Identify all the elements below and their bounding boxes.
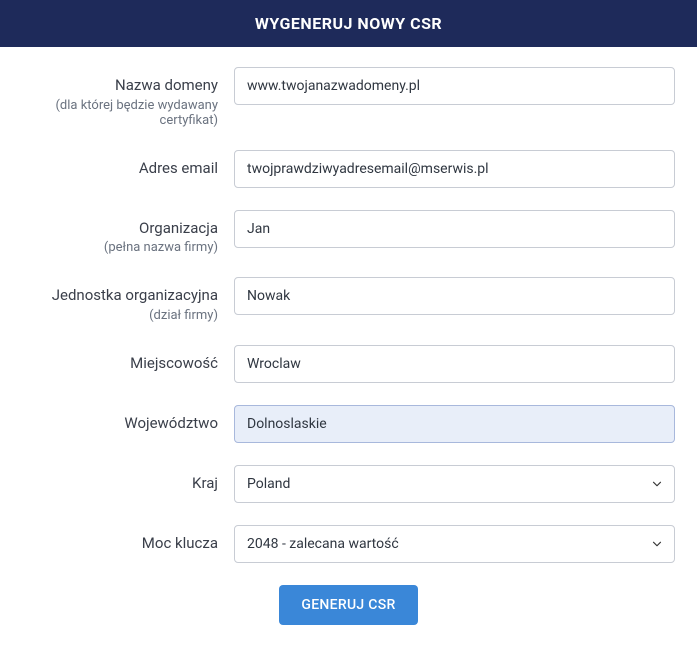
row-country: Kraj Poland: [22, 465, 675, 503]
keysize-select[interactable]: 2048 - zalecana wartość: [234, 525, 675, 563]
input-col: [234, 67, 675, 105]
input-col: [234, 405, 675, 443]
label-col: Miejscowość: [22, 345, 234, 374]
state-label: Województwo: [124, 414, 218, 432]
state-input[interactable]: [234, 405, 675, 443]
email-label: Adres email: [139, 159, 218, 177]
country-select[interactable]: Poland: [234, 465, 675, 503]
row-city: Miejscowość: [22, 345, 675, 383]
label-col: Organizacja (pełna nazwa firmy): [22, 210, 234, 256]
domain-sublabel: (dla której będzie wydawany certyfikat): [22, 98, 218, 128]
row-domain: Nazwa domeny (dla której będzie wydawany…: [22, 67, 675, 128]
label-col: Jednostka organizacyjna (dział firmy): [22, 277, 234, 323]
input-col: [234, 210, 675, 248]
organization-sublabel: (pełna nazwa firmy): [22, 240, 218, 255]
input-col: 2048 - zalecana wartość: [234, 525, 675, 563]
generate-csr-button[interactable]: GENERUJ CSR: [279, 585, 417, 625]
input-col: [234, 150, 675, 188]
row-keysize: Moc klucza 2048 - zalecana wartość: [22, 525, 675, 563]
orgunit-input[interactable]: [234, 277, 675, 315]
input-col: [234, 345, 675, 383]
row-email: Adres email: [22, 150, 675, 188]
button-row: GENERUJ CSR: [22, 585, 675, 625]
row-organization: Organizacja (pełna nazwa firmy): [22, 210, 675, 256]
label-col: Moc klucza: [22, 525, 234, 554]
domain-label: Nazwa domeny: [115, 76, 218, 94]
city-label: Miejscowość: [130, 354, 218, 372]
form-header: WYGENERUJ NOWY CSR: [0, 0, 697, 47]
label-col: Adres email: [22, 150, 234, 179]
row-orgunit: Jednostka organizacyjna (dział firmy): [22, 277, 675, 323]
label-col: Województwo: [22, 405, 234, 434]
orgunit-label: Jednostka organizacyjna: [52, 286, 218, 304]
email-input[interactable]: [234, 150, 675, 188]
row-state: Województwo: [22, 405, 675, 443]
input-col: Poland: [234, 465, 675, 503]
label-col: Nazwa domeny (dla której będzie wydawany…: [22, 67, 234, 128]
domain-input[interactable]: [234, 67, 675, 105]
label-col: Kraj: [22, 465, 234, 494]
country-label: Kraj: [192, 474, 218, 492]
input-col: [234, 277, 675, 315]
organization-label: Organizacja: [139, 219, 218, 237]
header-title: WYGENERUJ NOWY CSR: [255, 14, 442, 33]
organization-input[interactable]: [234, 210, 675, 248]
city-input[interactable]: [234, 345, 675, 383]
keysize-label: Moc klucza: [142, 534, 218, 552]
csr-form: Nazwa domeny (dla której będzie wydawany…: [0, 47, 697, 649]
orgunit-sublabel: (dział firmy): [22, 308, 218, 323]
